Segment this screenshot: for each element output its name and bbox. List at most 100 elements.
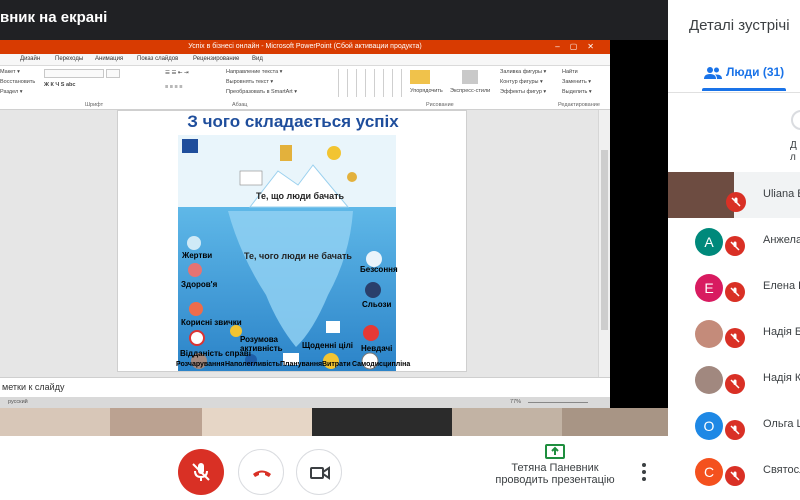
participant-avatar: А [695,228,723,256]
heart-icon [188,263,202,277]
participant-muted-badge [725,328,745,348]
ribbon-shape-effects[interactable]: Эффекты фигур ▾ [500,89,546,95]
tab-people[interactable]: Люди (31) [668,56,800,93]
video-tile[interactable] [202,408,312,436]
ribbon-layout[interactable]: Макет ▾ [0,69,20,75]
iceberg-infographic: Те, що люди бачать Те, чого люди не бача… [178,135,398,371]
vertical-scrollbar[interactable] [598,110,610,377]
slide: З чого складається успіх Те, що люди бач… [117,110,467,372]
window-controls-icon: –▢✕ [555,42,604,51]
ribbon-shape-outline[interactable]: Контур фигуры ▾ [500,79,543,85]
participant-row[interactable]: А Анжела [668,218,800,264]
font-name-field[interactable] [44,69,104,78]
scrollbar-thumb[interactable] [601,150,608,330]
more-options-icon[interactable] [636,460,652,484]
participant-muted-badge [726,192,746,212]
participant-name: Ольга Ш [763,418,800,430]
participant-thumbnails [0,408,668,436]
participant-muted-badge [725,420,745,440]
presentation-area: Успіх в бізнесі онлайн - Microsoft Power… [0,40,668,408]
participant-row[interactable]: О Ольга Ш [668,402,800,448]
label-napolehlyvist: Наполегливість [225,361,280,368]
ribbon-shape-fill[interactable]: Заливка фигуры ▾ [500,69,546,75]
mic-off-icon [730,333,740,343]
camera-toggle-button[interactable] [296,449,342,495]
mic-off-icon [192,463,210,481]
end-call-button[interactable] [238,449,284,495]
logo-icon [182,139,198,153]
list-icons[interactable]: ☰ ☰ ⇤ ⇥ [165,70,189,76]
ribbon-replace[interactable]: Заменить ▾ [562,79,591,85]
ribbon-quick-styles[interactable]: Экспресс-стили [450,88,490,94]
video-tile[interactable] [562,408,668,436]
ppt-window-title: Успіх в бізнесі онлайн - Microsoft Power… [188,43,422,50]
participant-row[interactable]: Е Елена П [668,264,800,310]
ppt-tab-design[interactable]: Дизайн [20,56,40,62]
participant-name: Uliana В [763,188,800,200]
label-rozcharuvannia: Розчарування [176,361,225,368]
ribbon-section[interactable]: Раздел ▾ [0,89,22,95]
tab-underline [702,88,786,91]
people-icon [704,67,722,79]
trophy-icon [280,145,292,161]
cut-participant-sub: л [790,152,796,163]
people-tab-label: Люди (31) [726,65,785,79]
video-tile[interactable] [0,408,110,436]
ribbon-select[interactable]: Выделить ▾ [562,89,592,95]
presenting-indicator[interactable]: Тетяна Паневник проводить презентацію [480,444,630,486]
slide-title: З чого складається успіх [187,112,399,131]
avatar [791,110,800,130]
ppt-titlebar: Успіх в бізнесі онлайн - Microsoft Power… [0,40,610,54]
participant-name: Анжела [763,234,800,246]
ribbon-find[interactable]: Найти [562,69,578,75]
label-zhertvy: Жертви [182,251,213,260]
ribbon-align-text[interactable]: Выровнять текст ▾ [226,79,273,85]
ppt-tab-animation[interactable]: Анимация [95,56,123,62]
visible-text: Те, що люди бачать [256,191,345,201]
tears-icon [365,282,381,298]
ribbon-smartart[interactable]: Преобразовать в SmartArt ▾ [226,89,297,95]
ribbon-group-font: Шрифт [85,102,104,108]
video-tile[interactable] [452,408,562,436]
participant-name: Святосл [763,464,800,476]
mic-off-icon [730,379,740,389]
ribbon-arrange[interactable]: Упорядочить [410,88,443,94]
label-nevdachi: Невдачі [361,344,393,353]
label-bezsonnia: Безсоння [360,265,398,274]
apple-icon [189,302,203,316]
ribbon-reset[interactable]: Восстановить [0,79,35,85]
label-slozy: Сльози [362,300,392,309]
participant-row[interactable]: Uliana В [668,172,800,218]
ribbon-text-direction[interactable]: Направление текста ▾ [226,69,282,75]
ppt-tab-view[interactable]: Вид [252,56,263,62]
ribbon-group-paragraph: Абзац [232,102,248,108]
label-zdorovia: Здоров'я [181,280,218,289]
participant-avatar: Е [695,274,723,302]
cut-participant-initial: Д [790,140,797,151]
hidden-text: Те, чого люди не бачать [244,251,352,261]
mic-off-icon [730,425,740,435]
shapes-gallery[interactable] [338,69,408,97]
video-tile[interactable] [312,408,452,436]
slide-notes[interactable]: метки к слайду [0,377,610,397]
presenter-name: Тетяна Паневник [511,462,599,474]
meeting-details-panel: Деталі зустрічі Люди (31) Д л Uliana В А… [668,0,800,500]
call-controls: Тетяна Паневник проводить презентацію [0,436,668,500]
font-format-icons[interactable]: Ж К Ч S abc [44,82,75,88]
participant-row[interactable]: Надія К [668,356,800,402]
align-icons[interactable]: ≡ ≡ ≡ ≡ [165,84,182,90]
arrange-icon [410,70,430,84]
participant-row[interactable]: С Святосл [668,448,800,494]
phone-hangup-icon [253,470,271,477]
mic-toggle-button[interactable] [178,449,224,495]
ppt-tab-slideshow[interactable]: Показ слайдов [137,56,178,62]
participant-row[interactable]: Надія Б [668,310,800,356]
font-size-field[interactable] [106,69,120,78]
ppt-tab-transitions[interactable]: Переходы [55,56,83,62]
mic-off-icon [730,241,740,251]
target-icon [189,330,205,346]
video-tile[interactable] [110,408,202,436]
zoom-slider[interactable] [528,402,588,403]
ppt-tab-review[interactable]: Рецензирование [193,56,239,62]
label-vytraty: Витрати [322,361,351,368]
